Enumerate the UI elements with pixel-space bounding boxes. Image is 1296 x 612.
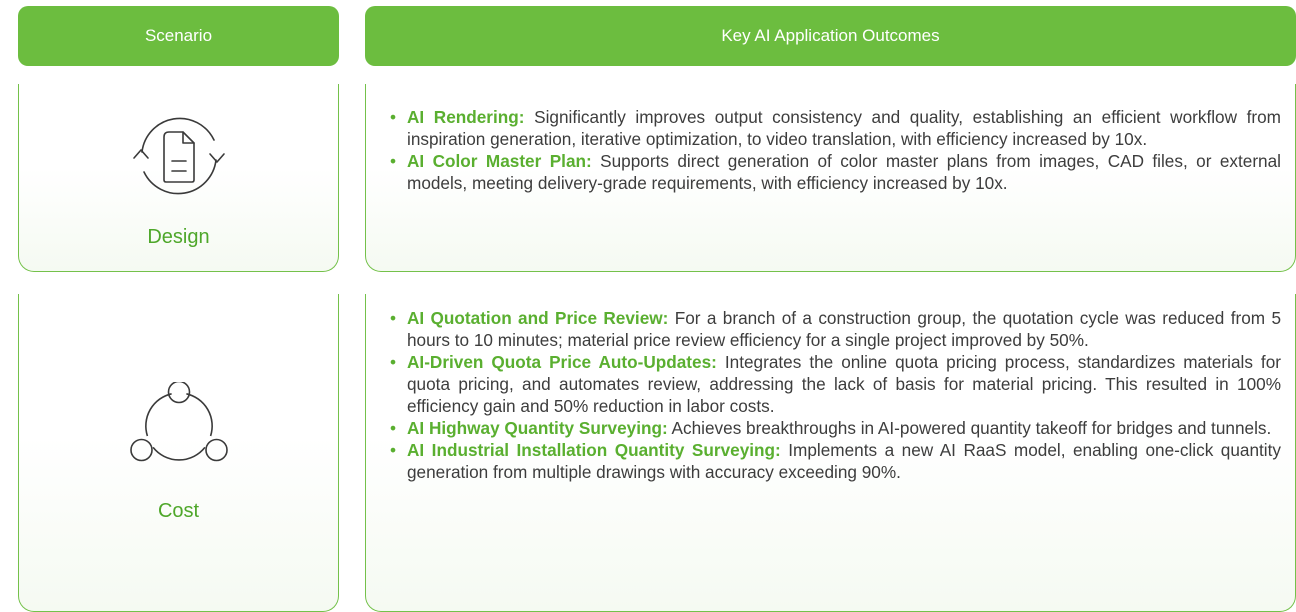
- item-title: AI Highway Quantity Surveying:: [407, 418, 668, 438]
- item-title: AI Rendering:: [407, 107, 525, 127]
- item-title: AI-Driven Quota Price Auto-Updates:: [407, 352, 717, 372]
- list-item: AI Color Master Plan: Supports direct ge…: [388, 150, 1281, 194]
- outcomes-card-design: AI Rendering: Significantly improves out…: [365, 84, 1296, 272]
- cycle-nodes-icon: [130, 382, 228, 462]
- scenario-label-cost: Cost: [157, 500, 200, 522]
- outcomes-card-cost: AI Quotation and Price Review: For a bra…: [365, 294, 1296, 612]
- outcomes-header: Key AI Application Outcomes: [365, 6, 1296, 66]
- list-item: AI Industrial Installation Quantity Surv…: [388, 439, 1281, 483]
- scenario-label-design: Design: [147, 226, 210, 248]
- scenario-card-design: Design: [18, 84, 339, 272]
- list-item: AI Quotation and Price Review: For a bra…: [388, 307, 1281, 351]
- item-text: Achieves breakthroughs in AI-powered qua…: [671, 418, 1272, 438]
- list-item: AI Highway Quantity Surveying: Achieves …: [388, 417, 1281, 439]
- scenario-card-cost: Cost: [18, 294, 339, 612]
- item-title: AI Color Master Plan:: [407, 151, 592, 171]
- item-text: Significantly improves output consistenc…: [407, 107, 1281, 149]
- outcomes-list-design: AI Rendering: Significantly improves out…: [388, 106, 1281, 194]
- list-item: AI-Driven Quota Price Auto-Updates: Inte…: [388, 351, 1281, 417]
- outcomes-list-cost: AI Quotation and Price Review: For a bra…: [388, 307, 1281, 483]
- outcomes-header-label: Key AI Application Outcomes: [721, 26, 940, 45]
- scenario-header-label: Scenario: [144, 26, 213, 45]
- document-cycle-icon: [133, 117, 225, 195]
- list-item: AI Rendering: Significantly improves out…: [388, 106, 1281, 150]
- item-title: AI Industrial Installation Quantity Surv…: [407, 440, 781, 460]
- item-title: AI Quotation and Price Review:: [407, 308, 669, 328]
- scenario-header: Scenario: [18, 6, 339, 66]
